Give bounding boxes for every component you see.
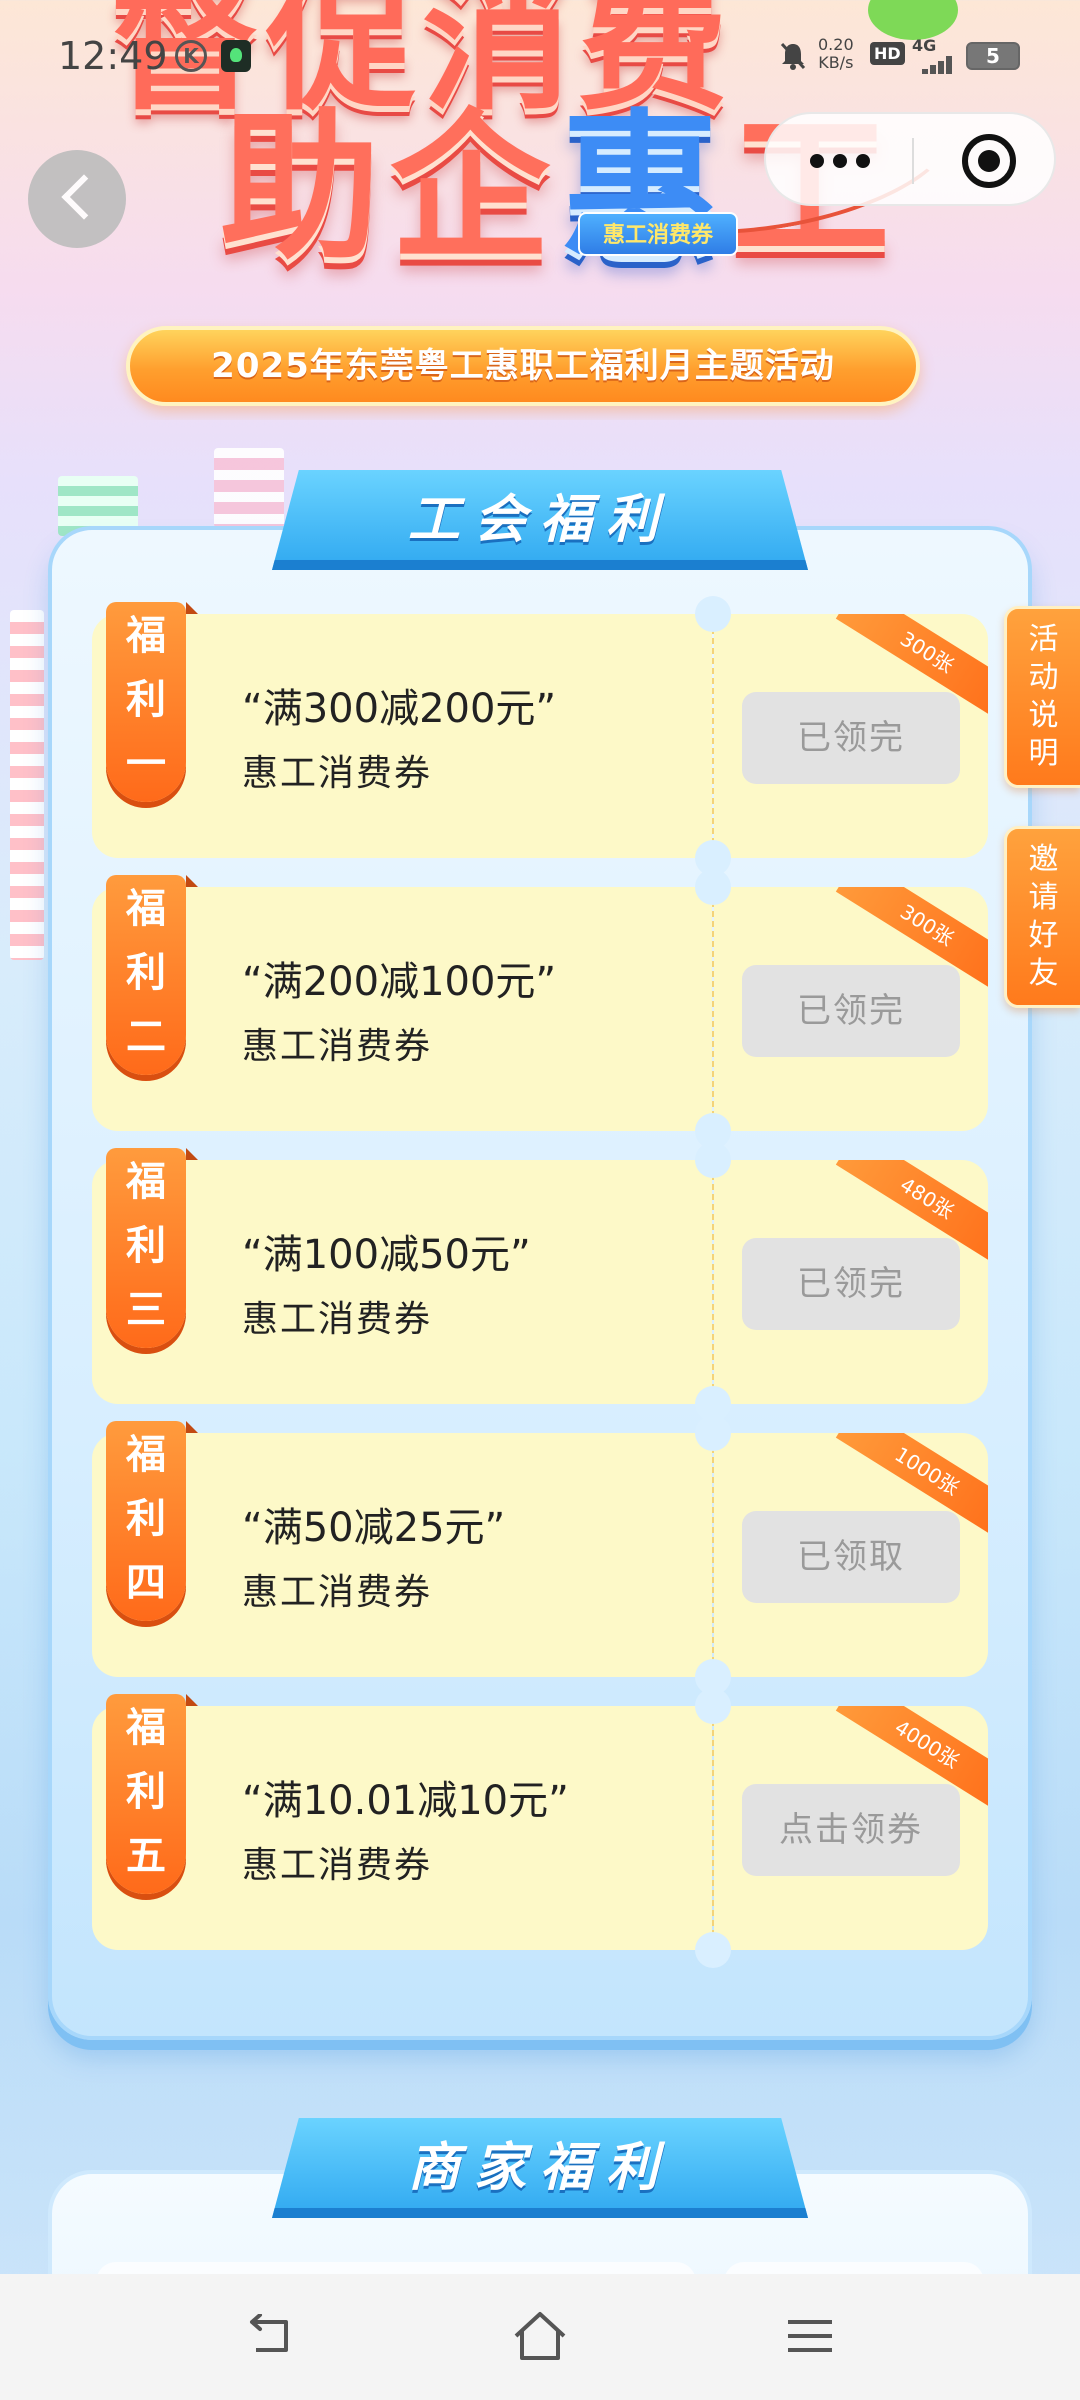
hd-badge: HD xyxy=(870,42,905,65)
ribbon-char: 福 xyxy=(126,1705,166,1751)
coupon-card: 福利一 “满300减200元” 惠工消费券 300张 已领完 xyxy=(92,596,988,876)
k-app-icon: K xyxy=(175,40,207,72)
building-decoration xyxy=(10,610,44,960)
battery-icon: 5 xyxy=(966,42,1020,70)
back-button[interactable] xyxy=(28,150,126,248)
side-tab-char: 说 xyxy=(1028,698,1059,733)
side-tab-char: 活 xyxy=(1028,622,1059,657)
hero-badge: 惠工消费券 xyxy=(578,212,738,256)
coupon-body: 福利三 “满100减50元” 惠工消费券 xyxy=(92,1148,712,1404)
coupon-notch xyxy=(695,1142,731,1178)
ribbon-char: 福 xyxy=(126,1432,166,1478)
ribbon-char: 二 xyxy=(126,1014,166,1060)
coupon-amount: “满50减25元” xyxy=(242,1505,506,1551)
capsule-divider xyxy=(912,138,914,184)
ribbon-char: 三 xyxy=(126,1287,166,1333)
event-subtitle: 2025年东莞粤工惠职工福利月主题活动 xyxy=(126,326,920,406)
claim-coupon-button[interactable]: 点击领券 xyxy=(742,1784,960,1876)
invite-friends-tab[interactable]: 邀 请 好 友 xyxy=(1004,826,1080,1008)
ribbon-char: 利 xyxy=(126,950,166,996)
benefit-ribbon: 福利三 xyxy=(106,1148,198,1348)
mute-bell-icon xyxy=(780,42,806,70)
coupon-notch xyxy=(695,596,731,632)
coupon-notch xyxy=(695,1932,731,1968)
coupon-body: 福利四 “满50减25元” 惠工消费券 xyxy=(92,1421,712,1677)
coupon-stub: 300张 已领完 xyxy=(714,887,988,1131)
ribbon-char: 利 xyxy=(126,1496,166,1542)
signal-icon xyxy=(912,56,958,74)
network-speed: 0.20 KB/s xyxy=(818,36,854,72)
coupon-card: 福利三 “满100减50元” 惠工消费券 480张 已领完 xyxy=(92,1142,988,1422)
claim-coupon-button[interactable]: 已领完 xyxy=(742,1238,960,1330)
benefit-ribbon: 福利五 xyxy=(106,1694,198,1894)
coupon-body: 福利五 “满10.01减10元” 惠工消费券 xyxy=(92,1694,712,1950)
ribbon-char: 五 xyxy=(126,1833,166,1879)
coupon-body: 福利二 “满200减100元” 惠工消费券 xyxy=(92,875,712,1131)
coupon-type: 惠工消费券 xyxy=(242,1572,433,1613)
coupon-card: 福利四 “满50减25元” 惠工消费券 1000张 已领取 xyxy=(92,1415,988,1695)
side-tab-char: 友 xyxy=(1028,956,1059,991)
coupon-type: 惠工消费券 xyxy=(242,1845,433,1886)
claim-coupon-button[interactable]: 已领完 xyxy=(742,692,960,784)
ribbon-char: 福 xyxy=(126,1159,166,1205)
coupon-amount: “满300减200元” xyxy=(242,686,557,732)
coupon-notch xyxy=(695,1688,731,1724)
hero-title-left: 助企 xyxy=(220,93,561,281)
side-tab-char: 好 xyxy=(1028,918,1059,953)
status-time: 12:49 xyxy=(58,34,168,78)
ribbon-char: 利 xyxy=(126,1223,166,1269)
coupon-stub: 300张 已领完 xyxy=(714,614,988,858)
more-dots-icon[interactable] xyxy=(810,154,870,168)
home-icon[interactable] xyxy=(510,2310,570,2362)
ribbon-char: 利 xyxy=(126,677,166,723)
music-app-icon xyxy=(221,40,251,72)
activity-rules-tab[interactable]: 活 动 说 明 xyxy=(1004,606,1080,788)
mini-program-capsule xyxy=(764,112,1056,206)
coupon-type: 惠工消费券 xyxy=(242,1299,433,1340)
ribbon-char: 一 xyxy=(126,741,166,787)
claim-coupon-button[interactable]: 已领完 xyxy=(742,965,960,1057)
union-benefits-title: 工会福利 xyxy=(407,490,672,550)
coupon-notch xyxy=(695,1415,731,1451)
coupon-card: 福利二 “满200减100元” 惠工消费券 300张 已领完 xyxy=(92,869,988,1149)
ribbon-char: 福 xyxy=(126,613,166,659)
ribbon-char: 福 xyxy=(126,886,166,932)
coupon-card: 福利五 “满10.01减10元” 惠工消费券 4000张 点击领券 xyxy=(92,1688,988,1968)
target-circle-icon[interactable] xyxy=(962,134,1016,188)
side-tab-char: 邀 xyxy=(1028,842,1059,877)
speed-unit: KB/s xyxy=(818,53,854,72)
side-tab-char: 明 xyxy=(1028,736,1059,771)
union-benefits-header: 工会福利 xyxy=(272,470,808,570)
ribbon-char: 利 xyxy=(126,1769,166,1815)
speed-value: 0.20 xyxy=(818,35,854,54)
coupon-stub: 4000张 点击领券 xyxy=(714,1706,988,1950)
benefit-ribbon: 福利四 xyxy=(106,1421,198,1621)
coupon-amount: “满100减50元” xyxy=(242,1232,531,1278)
coupon-notch xyxy=(695,869,731,905)
ribbon-char: 四 xyxy=(126,1560,166,1606)
benefit-ribbon: 福利一 xyxy=(106,602,198,802)
status-bar: 12:49 K 0.20 KB/s HD 4G 5 xyxy=(0,0,1080,120)
merchant-benefits-title: 商家福利 xyxy=(407,2138,672,2198)
coupon-type: 惠工消费券 xyxy=(242,1026,433,1067)
claim-coupon-button[interactable]: 已领取 xyxy=(742,1511,960,1603)
hamburger-menu-icon[interactable] xyxy=(786,2316,834,2356)
benefit-ribbon: 福利二 xyxy=(106,875,198,1075)
network-type: 4G xyxy=(912,36,937,55)
merchant-benefits-header: 商家福利 xyxy=(272,2118,808,2218)
side-tab-char: 动 xyxy=(1028,660,1059,695)
return-arrow-icon[interactable] xyxy=(246,2314,294,2358)
coupon-stub: 480张 已领完 xyxy=(714,1160,988,1404)
coupon-body: 福利一 “满300减200元” 惠工消费券 xyxy=(92,602,712,858)
coupon-amount: “满200减100元” xyxy=(242,959,557,1005)
coupon-type: 惠工消费券 xyxy=(242,753,433,794)
coupon-stub: 1000张 已领取 xyxy=(714,1433,988,1677)
side-tab-char: 请 xyxy=(1028,880,1059,915)
coupon-amount: “满10.01减10元” xyxy=(242,1778,569,1824)
system-nav-bar xyxy=(0,2274,1080,2400)
